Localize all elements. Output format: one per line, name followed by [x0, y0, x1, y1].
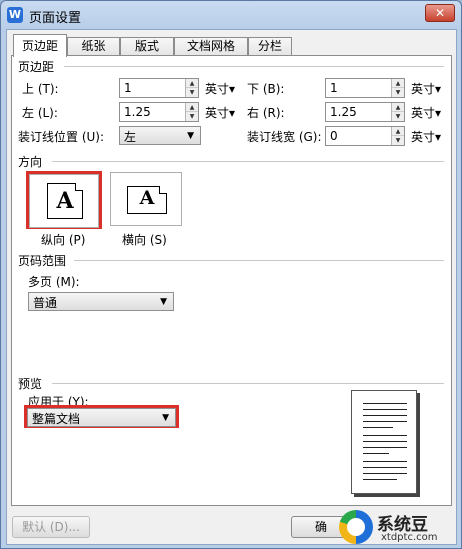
dialog-title: 页面设置 — [29, 11, 82, 26]
bottom-margin-unit[interactable]: 英寸▾ — [411, 80, 441, 97]
spin-down-icon[interactable]: ▼ — [186, 88, 198, 97]
preview-line — [363, 473, 407, 474]
portrait-letter: A — [56, 188, 74, 214]
multiple-pages-value: 普通 — [33, 296, 58, 310]
page-preview — [351, 390, 417, 494]
spinner[interactable]: ▲ ▼ — [391, 127, 404, 145]
preview-line — [363, 461, 407, 462]
watermark-url: xtdptc.com — [381, 532, 438, 543]
chevron-down-icon: ▼ — [187, 131, 194, 141]
tab-margins[interactable]: 页边距 — [13, 34, 67, 57]
landscape-page-icon: A — [127, 186, 167, 214]
tab-layout[interactable]: 版式 — [120, 37, 174, 56]
tab-paper[interactable]: 纸张 — [67, 37, 120, 56]
preview-line — [363, 447, 407, 448]
dialog-client: 页边距 纸张 版式 文档网格 分栏 页边距 上 (T): 1 ▲ ▼ 英寸▾ 下 … — [6, 29, 457, 545]
spin-down-icon[interactable]: ▼ — [186, 112, 198, 121]
spin-down-icon[interactable]: ▼ — [392, 112, 404, 121]
wps-writer-icon: W — [7, 7, 23, 23]
right-margin-value: 1.25 — [330, 105, 357, 119]
divider — [74, 260, 444, 261]
gutter-width-label: 装订线宽 (G): — [247, 130, 322, 144]
spin-up-icon[interactable]: ▲ — [392, 127, 404, 136]
apply-to-value: 整篇文档 — [32, 412, 81, 426]
preview-line — [363, 427, 393, 428]
right-margin-label: 右 (R): — [247, 106, 285, 120]
spinner[interactable]: ▲ ▼ — [391, 103, 404, 121]
preview-line — [363, 453, 389, 454]
logo-icon — [339, 510, 373, 544]
gutter-position-value: 左 — [124, 130, 137, 144]
spinner[interactable]: ▲ ▼ — [185, 103, 198, 121]
preview-line — [363, 479, 397, 480]
left-margin-label: 左 (L): — [22, 106, 58, 120]
gutter-width-unit[interactable]: 英寸▾ — [411, 128, 441, 145]
margins-section-title: 页边距 — [18, 60, 55, 74]
right-margin-input[interactable]: 1.25 ▲ ▼ — [325, 102, 405, 122]
top-margin-value: 1 — [124, 81, 132, 95]
portrait-option[interactable]: A — [29, 174, 99, 228]
gutter-position-label: 装订线位置 (U): — [18, 130, 105, 144]
tab-columns[interactable]: 分栏 — [248, 37, 292, 56]
preview-line — [363, 415, 407, 416]
divider — [52, 161, 444, 162]
divider — [64, 66, 444, 67]
spin-down-icon[interactable]: ▼ — [392, 136, 404, 145]
spin-up-icon[interactable]: ▲ — [186, 103, 198, 112]
spin-down-icon[interactable]: ▼ — [392, 88, 404, 97]
margins-panel: 页边距 上 (T): 1 ▲ ▼ 英寸▾ 下 (B): 1 ▲ ▼ 英寸▾ 左 (L… — [11, 55, 452, 506]
apply-to-select[interactable]: 整篇文档 ▼ — [27, 408, 176, 427]
preview-line — [363, 403, 407, 404]
bottom-margin-value: 1 — [330, 81, 338, 95]
preview-line — [363, 467, 407, 468]
landscape-option[interactable]: A — [110, 172, 182, 226]
close-button[interactable]: ✕ — [425, 4, 455, 22]
preview-line — [363, 409, 407, 410]
chevron-down-icon: ▼ — [160, 297, 167, 307]
right-margin-unit[interactable]: 英寸▾ — [411, 104, 441, 121]
chevron-down-icon: ▼ — [162, 413, 169, 423]
tab-document-grid[interactable]: 文档网格 — [174, 37, 248, 56]
multiple-pages-label: 多页 (M): — [28, 275, 80, 289]
portrait-page-icon: A — [47, 183, 83, 219]
page-range-section-title: 页码范围 — [18, 254, 67, 268]
spin-up-icon[interactable]: ▲ — [186, 79, 198, 88]
gutter-width-input[interactable]: 0 ▲ ▼ — [325, 126, 405, 146]
spinner[interactable]: ▲ ▼ — [185, 79, 198, 97]
gutter-position-select[interactable]: 左 ▼ — [119, 126, 201, 145]
watermark-logo: 系统豆 xtdptc.com — [337, 508, 461, 548]
default-button[interactable]: 默认 (D)... — [12, 516, 90, 538]
top-margin-label: 上 (T): — [22, 82, 59, 96]
preview-section-title: 预览 — [18, 377, 43, 391]
left-margin-input[interactable]: 1.25 ▲ ▼ — [119, 102, 199, 122]
preview-line — [363, 441, 407, 442]
spin-up-icon[interactable]: ▲ — [392, 79, 404, 88]
preview-line — [363, 435, 407, 436]
orientation-section-title: 方向 — [18, 155, 43, 169]
landscape-label[interactable]: 横向 (S) — [122, 231, 167, 248]
page-setup-dialog: W 页面设置 ✕ 页边距 纸张 版式 文档网格 分栏 页边距 上 (T): 1 … — [0, 0, 462, 549]
title-bar: W 页面设置 ✕ — [1, 1, 461, 29]
top-margin-input[interactable]: 1 ▲ ▼ — [119, 78, 199, 98]
spin-up-icon[interactable]: ▲ — [392, 103, 404, 112]
bottom-margin-label: 下 (B): — [247, 82, 285, 96]
divider — [52, 383, 444, 384]
left-margin-value: 1.25 — [124, 105, 151, 119]
left-margin-unit[interactable]: 英寸▾ — [205, 104, 235, 121]
top-margin-unit[interactable]: 英寸▾ — [205, 80, 235, 97]
gutter-width-value: 0 — [330, 129, 338, 143]
bottom-margin-input[interactable]: 1 ▲ ▼ — [325, 78, 405, 98]
multiple-pages-select[interactable]: 普通 ▼ — [28, 292, 174, 311]
landscape-letter: A — [139, 187, 155, 209]
spinner[interactable]: ▲ ▼ — [391, 79, 404, 97]
preview-line — [363, 421, 407, 422]
portrait-label[interactable]: 纵向 (P) — [41, 231, 85, 248]
